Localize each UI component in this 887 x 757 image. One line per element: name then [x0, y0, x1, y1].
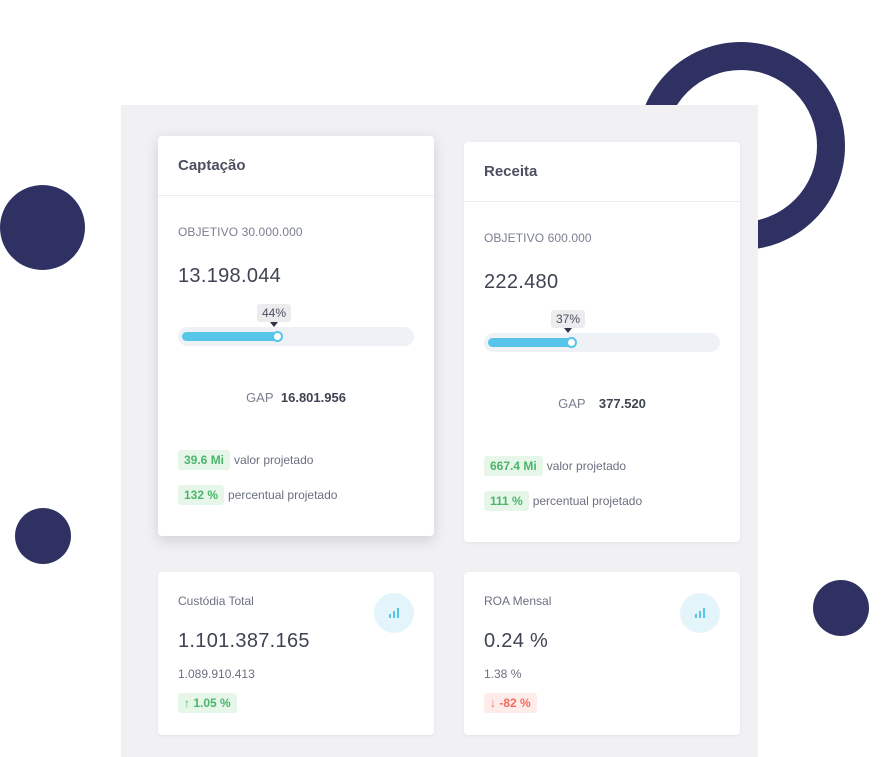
objective-label: OBJETIVO 600.000	[484, 231, 592, 245]
progress-bar	[178, 327, 414, 346]
dashboard-panel: Captação OBJETIVO 30.000.000 13.198.044 …	[121, 105, 758, 757]
progress-knob[interactable]	[566, 337, 577, 348]
gap-value: 377.520	[598, 396, 646, 411]
progress-bar	[484, 333, 720, 352]
current-value: 222.480	[484, 271, 559, 293]
decor-circle-left-small	[15, 508, 71, 564]
gap-label: GAP	[558, 396, 586, 411]
projected-value-row: 667.4 Mi valor projetado	[484, 456, 626, 476]
projected-pct-row: 132 % percentual projetado	[178, 485, 337, 505]
metric-title: ROA Mensal	[484, 594, 552, 608]
projected-pct-badge: 111 %	[484, 491, 529, 511]
decor-circle-left-large	[0, 185, 85, 270]
objective-label: OBJETIVO 30.000.000	[178, 225, 303, 239]
metric-previous-value: 1.089.910.413	[178, 667, 255, 681]
bar-chart-icon[interactable]	[374, 593, 414, 633]
projected-value-label: valor projetado	[234, 453, 314, 467]
projected-value-badge: 39.6 Mi	[178, 450, 231, 470]
card-title: Captação	[158, 136, 434, 196]
metric-title: Custódia Total	[178, 594, 254, 608]
metric-change-badge: ↓ -82 %	[484, 693, 537, 713]
metric-value: 1.101.387.165	[178, 630, 310, 652]
metric-change-badge: ↑ 1.05 %	[178, 693, 237, 713]
metric-change-value: 1.05 %	[193, 696, 231, 710]
projected-value-badge: 667.4 Mi	[484, 456, 543, 476]
progress-fill	[182, 332, 279, 341]
projected-pct-row: 111 % percentual projetado	[484, 491, 642, 511]
gap-row: GAP 16.801.956	[158, 390, 434, 405]
bar-chart-icon[interactable]	[680, 593, 720, 633]
arrow-up-icon: ↑	[184, 696, 190, 710]
decor-circle-right	[813, 580, 869, 636]
projected-value-row: 39.6 Mi valor projetado	[178, 450, 313, 470]
progress-fill	[488, 338, 573, 347]
progress-knob[interactable]	[272, 331, 283, 342]
custodia-total-card: Custódia Total 1.101.387.165 1.089.910.4…	[158, 572, 434, 735]
projected-pct-badge: 132 %	[178, 485, 225, 505]
gap-row: GAP 377.520	[464, 396, 740, 411]
gap-value: 16.801.956	[280, 390, 346, 405]
projected-value-label: valor projetado	[546, 459, 627, 473]
roa-mensal-card: ROA Mensal 0.24 % 1.38 % ↓ -82 %	[464, 572, 740, 735]
progress-tooltip: 44%	[256, 304, 292, 322]
metric-change-value: -82 %	[499, 696, 531, 710]
captacao-card: Captação OBJETIVO 30.000.000 13.198.044 …	[158, 136, 434, 536]
receita-card: Receita OBJETIVO 600.000 222.480 37% GAP…	[464, 142, 740, 542]
metric-previous-value: 1.38 %	[484, 667, 522, 681]
metric-value: 0.24 %	[484, 630, 549, 652]
card-title: Receita	[464, 142, 740, 202]
projected-pct-label: percentual projetado	[532, 494, 643, 508]
gap-label: GAP	[246, 390, 274, 405]
arrow-down-icon: ↓	[490, 696, 496, 710]
progress-tooltip: 37%	[550, 310, 586, 328]
current-value: 13.198.044	[178, 265, 282, 287]
projected-pct-label: percentual projetado	[228, 488, 338, 502]
